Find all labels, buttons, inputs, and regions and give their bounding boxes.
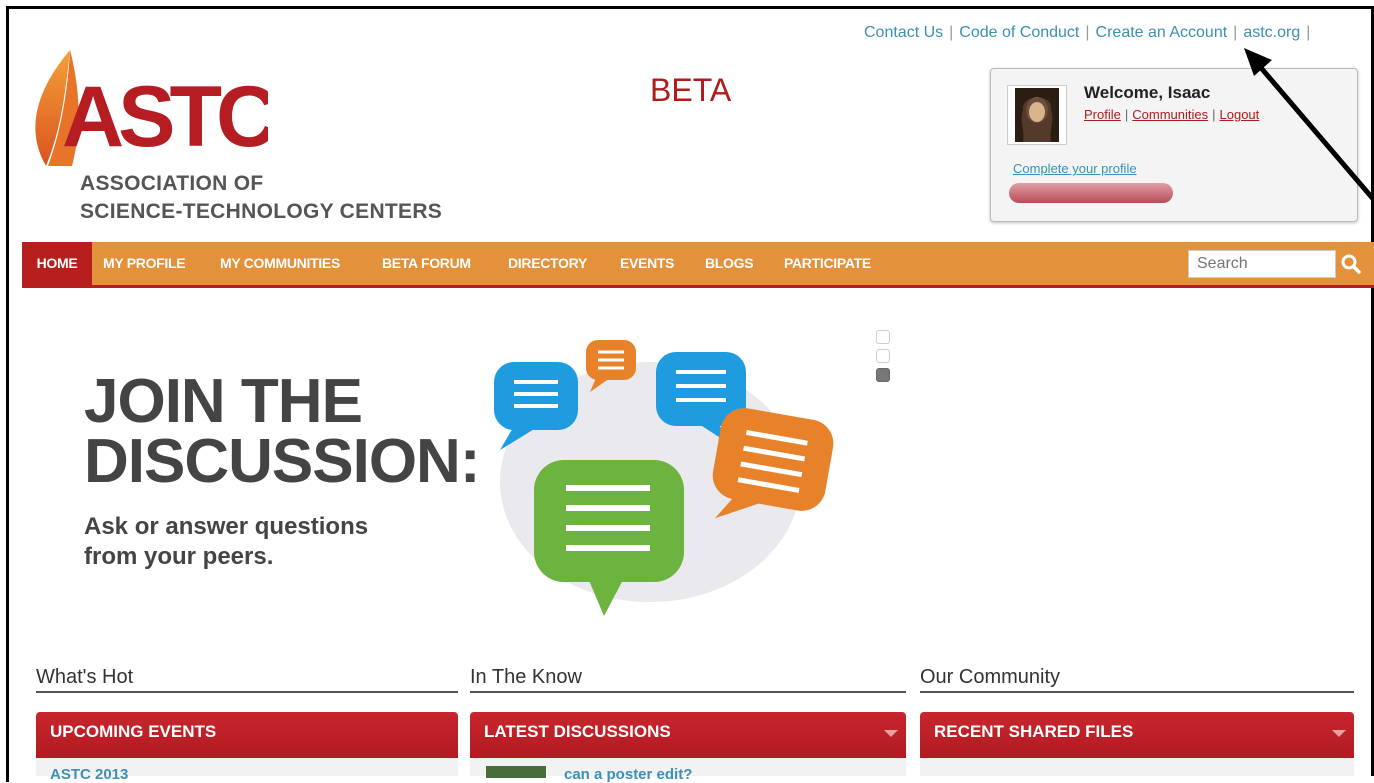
create-account-link[interactable]: Create an Account (1096, 24, 1228, 41)
chevron-down-icon[interactable] (884, 730, 898, 737)
speech-bubbles-illustration (494, 340, 834, 616)
slide-dot-3[interactable] (876, 368, 890, 382)
nav-home[interactable]: HOME (22, 242, 92, 285)
slideshow-pager (876, 330, 890, 387)
search-icon[interactable] (1340, 253, 1362, 275)
section-heading-in-the-know: In The Know (470, 666, 906, 693)
nav-directory[interactable]: DIRECTORY (508, 242, 587, 285)
slide-dot-2[interactable] (876, 349, 890, 363)
separator: | (949, 24, 954, 41)
hero-title-line-2: DISCUSSION: (84, 427, 480, 496)
welcome-box: Welcome, Isaac Profile | Communities | Logou… (990, 68, 1358, 222)
nav-blogs[interactable]: BLOGS (705, 242, 754, 285)
logo-subtitle: ASSOCIATION OF SCIENCE-TECHNOLOGY CENTER… (80, 170, 442, 226)
hero-subtitle-line-1: Ask or answer questions (84, 513, 369, 540)
svg-text:ASTC: ASTC (62, 69, 268, 165)
nav-events[interactable]: EVENTS (620, 242, 675, 285)
separator: | (1124, 107, 1129, 122)
search-input[interactable] (1188, 250, 1336, 278)
panel-body: ASTC 2013 (36, 758, 458, 783)
separator: | (1306, 24, 1311, 41)
profile-link[interactable]: Profile (1084, 107, 1121, 122)
latest-discussions-panel: LATEST DISCUSSIONS can a poster edit? (470, 712, 906, 783)
nav-beta-forum[interactable]: BETA FORUM (382, 242, 471, 285)
discussion-item-link[interactable]: can a poster edit? (564, 766, 692, 783)
nav-my-communities[interactable]: MY COMMUNITIES (220, 242, 340, 285)
astc-org-link[interactable]: astc.org (1243, 24, 1300, 41)
logo-line-2: SCIENCE-TECHNOLOGY CENTERS (80, 200, 443, 223)
recent-shared-files-panel: RECENT SHARED FILES (920, 712, 1354, 776)
main-nav: HOME MY PROFILE MY COMMUNITIES BETA FORU… (22, 242, 1374, 288)
panel-title: UPCOMING EVENTS (50, 722, 217, 741)
panel-body: can a poster edit? (470, 758, 906, 783)
beta-label: BETA (650, 72, 732, 108)
astc-logo-mark: ASTC (35, 50, 282, 166)
nav-participate[interactable]: PARTICIPATE (784, 242, 871, 285)
logo-line-1: ASSOCIATION OF (80, 172, 264, 195)
welcome-title: Welcome, Isaac (1084, 83, 1211, 102)
discussion-thumbnail (486, 766, 546, 778)
hero-subtitle: Ask or answer questions from your peers. (84, 512, 368, 572)
panel-title: RECENT SHARED FILES (934, 722, 1134, 741)
hero-subtitle-line-2: from your peers. (84, 543, 274, 570)
hero-title: JOIN THE DISCUSSION: (84, 367, 480, 496)
section-heading-whats-hot: What's Hot (36, 666, 458, 693)
communities-link[interactable]: Communities (1132, 107, 1208, 122)
section-heading-our-community: Our Community (920, 666, 1354, 693)
panel-body (920, 758, 1354, 776)
utility-links: Contact Us | Code of Conduct | Create an Acc… (864, 24, 1316, 42)
code-of-conduct-link[interactable]: Code of Conduct (959, 24, 1079, 41)
complete-profile-link[interactable]: Complete your profile (1013, 161, 1137, 176)
profile-progress-bar (1009, 183, 1173, 203)
panel-title: LATEST DISCUSSIONS (484, 722, 671, 741)
avatar[interactable] (1007, 85, 1067, 145)
contact-us-link[interactable]: Contact Us (864, 24, 943, 41)
chevron-down-icon[interactable] (1332, 730, 1346, 737)
separator: | (1212, 107, 1216, 122)
hero-title-line-1: JOIN THE (84, 367, 363, 436)
upcoming-events-panel: UPCOMING EVENTS ASTC 2013 (36, 712, 458, 783)
nav-my-profile[interactable]: MY PROFILE (103, 242, 186, 285)
separator: | (1085, 24, 1090, 41)
separator: | (1233, 24, 1238, 41)
user-portrait-icon (1015, 88, 1059, 142)
event-item-link[interactable]: ASTC 2013 (50, 766, 128, 783)
slide-dot-1[interactable] (876, 330, 890, 344)
logout-link[interactable]: Logout (1220, 107, 1260, 122)
welcome-links: Profile | Communities | Logout (1084, 107, 1259, 122)
